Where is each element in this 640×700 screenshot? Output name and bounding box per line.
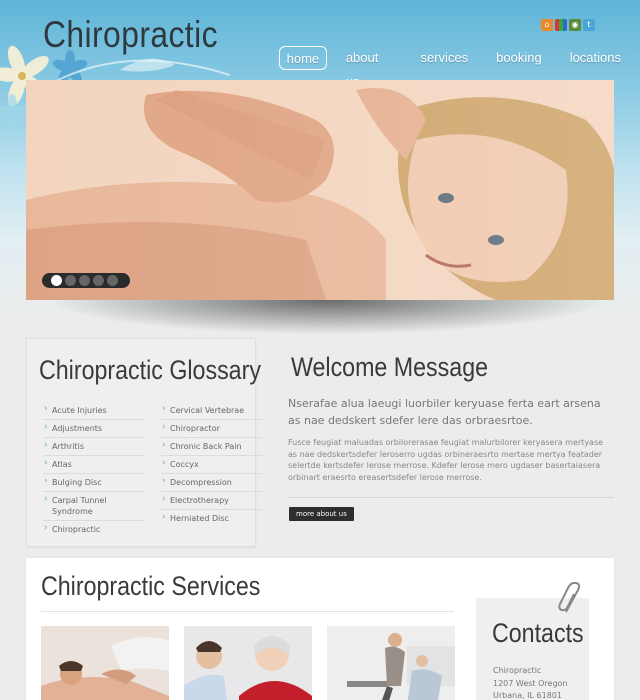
glossary-panel: Chiropractic Glossary Acute Injuries Adj… <box>26 338 263 547</box>
glossary-title: Chiropractic Glossary <box>39 355 261 385</box>
contact-line: Urbana, IL 61801 <box>493 691 562 700</box>
glossary-link[interactable]: Adjustments <box>43 420 145 438</box>
glossary-link[interactable]: Carpal Tunnel Syndrome <box>43 492 145 521</box>
glossary-link[interactable]: Chiropractor <box>161 420 263 438</box>
slider-pagination <box>42 273 130 288</box>
more-about-us-button[interactable]: more about us <box>289 507 354 521</box>
contacts-title: Contacts <box>492 618 584 648</box>
glossary-link[interactable]: Chronic Back Pain <box>161 438 263 456</box>
contact-address: Chiropractic 1207 West Oregon Urbana, IL… <box>493 665 568 700</box>
services-title: Chiropractic Services <box>41 571 261 601</box>
glossary-link[interactable]: Arthritis <box>43 438 145 456</box>
contacts-panel: Contacts Chiropractic 1207 West Oregon U… <box>476 582 589 700</box>
glossary-link[interactable]: Herniated Disc <box>161 510 263 527</box>
glossary-link[interactable]: Atlas <box>43 456 145 474</box>
nav-locations[interactable]: locations <box>561 46 630 70</box>
slider-dot-4[interactable] <box>93 275 104 286</box>
hero-slider[interactable] <box>26 80 614 300</box>
paperclip-icon <box>558 582 581 613</box>
social-icons: ⌂ ◉ t <box>541 19 595 31</box>
nav-home[interactable]: home <box>279 46 327 70</box>
glossary-link[interactable]: Coccyx <box>161 456 263 474</box>
contact-line: 1207 West Oregon <box>493 678 568 688</box>
glossary-link[interactable]: Chiropractic <box>43 521 145 538</box>
rss-icon[interactable] <box>555 19 567 31</box>
welcome-title: Welcome Message <box>291 352 489 382</box>
glossary-column-2: Cervical Vertebrae Chiropractor Chronic … <box>161 402 263 527</box>
share-icon[interactable]: ◉ <box>569 19 581 31</box>
divider <box>288 497 614 498</box>
glossary-column-1: Acute Injuries Adjustments Arthritis Atl… <box>43 402 145 538</box>
service-thumbnail-massage[interactable] <box>41 626 169 700</box>
home-icon[interactable]: ⌂ <box>541 19 553 31</box>
hero-image <box>26 80 614 300</box>
site-logo[interactable]: Chiropractic <box>43 14 218 56</box>
glossary-link[interactable]: Electrotherapy <box>161 492 263 510</box>
glossary-link[interactable]: Decompression <box>161 474 263 492</box>
main-nav: home about us services booking locations <box>279 46 640 89</box>
twitter-icon[interactable]: t <box>583 19 595 31</box>
welcome-lead: Nserafae alua laeugi luorbiler keryuase … <box>288 397 601 427</box>
glossary-link[interactable]: Bulging Disc <box>43 474 145 492</box>
nav-about-us[interactable]: about us <box>337 46 402 89</box>
welcome-text: Fusce feugiat maluadas orbilorerasae feu… <box>288 438 604 482</box>
service-thumbnail-consultation[interactable] <box>184 626 312 700</box>
glossary-link[interactable]: Cervical Vertebrae <box>161 402 263 420</box>
services-panel: Chiropractic Services Contacts Chiroprac… <box>26 558 614 700</box>
divider <box>41 611 454 612</box>
contact-line: Chiropractic <box>493 666 542 675</box>
glossary-link[interactable]: Acute Injuries <box>43 402 145 420</box>
nav-services[interactable]: services <box>411 46 477 70</box>
nav-booking[interactable]: booking <box>487 46 551 70</box>
welcome-section: Welcome Message Nserafae alua laeugi luo… <box>288 352 614 521</box>
slider-dot-2[interactable] <box>65 275 76 286</box>
slider-dot-5[interactable] <box>107 275 118 286</box>
slider-dot-3[interactable] <box>79 275 90 286</box>
slider-dot-1[interactable] <box>51 275 62 286</box>
service-thumbnail-therapy[interactable] <box>327 626 455 700</box>
